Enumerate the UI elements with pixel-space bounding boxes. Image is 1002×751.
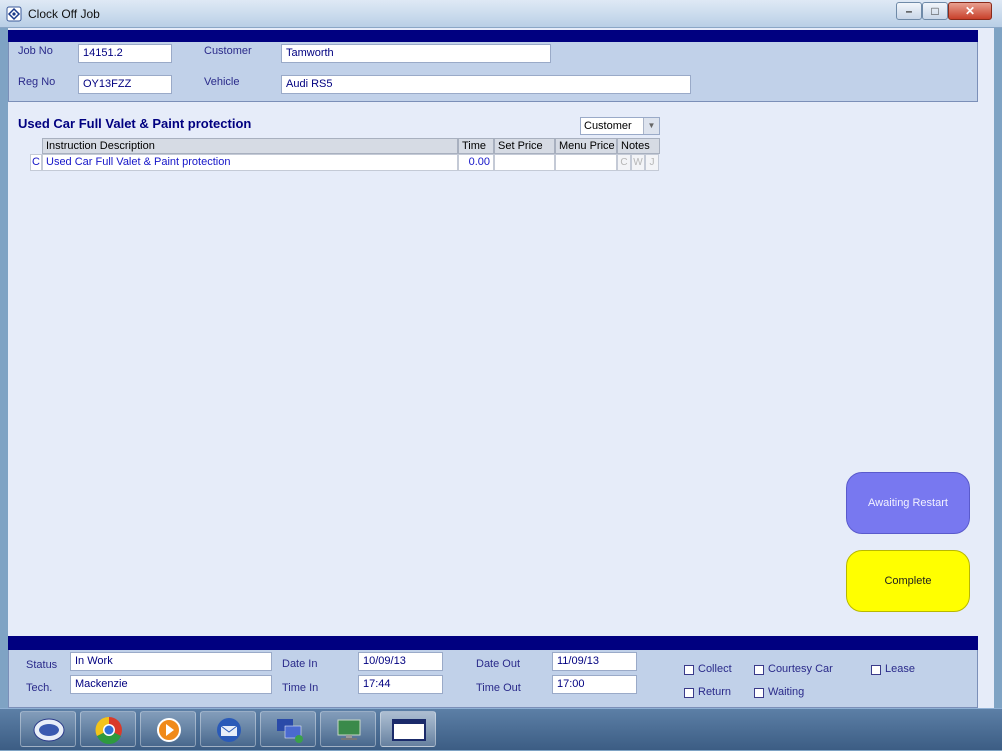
collect-label: Collect bbox=[698, 663, 732, 675]
column-header-set-price[interactable]: Set Price bbox=[494, 138, 555, 154]
lease-label: Lease bbox=[885, 663, 915, 675]
time-out-field[interactable]: 17:00 bbox=[552, 675, 637, 694]
customer-label: Customer bbox=[204, 45, 252, 57]
column-header-notes[interactable]: Notes bbox=[617, 138, 660, 154]
taskbar-media-player[interactable] bbox=[140, 711, 196, 747]
courtesy-car-label: Courtesy Car bbox=[768, 663, 833, 675]
reg-no-label: Reg No bbox=[18, 76, 56, 88]
close-icon: ✕ bbox=[964, 4, 976, 18]
description-cell[interactable]: Used Car Full Valet & Paint protection bbox=[42, 154, 458, 171]
date-out-field[interactable]: 11/09/13 bbox=[552, 652, 637, 671]
window-icon bbox=[392, 719, 426, 741]
close-button[interactable]: ✕ bbox=[948, 2, 992, 20]
job-title: Used Car Full Valet & Paint protection bbox=[18, 116, 252, 131]
status-label: Status bbox=[26, 659, 58, 671]
reg-no-field[interactable]: OY13FZZ bbox=[78, 75, 172, 94]
remote-desktop-icon bbox=[337, 719, 361, 740]
return-checkbox[interactable] bbox=[684, 688, 694, 698]
collect-checkbox[interactable] bbox=[684, 665, 694, 675]
menu-price-cell[interactable] bbox=[555, 154, 617, 171]
date-in-field[interactable]: 10/09/13 bbox=[358, 652, 443, 671]
footer-bar bbox=[8, 636, 978, 650]
time-in-field[interactable]: 17:44 bbox=[358, 675, 443, 694]
column-header-description[interactable]: Instruction Description bbox=[42, 138, 458, 154]
waiting-label: Waiting bbox=[768, 686, 805, 698]
column-header-menu-price[interactable]: Menu Price bbox=[555, 138, 617, 154]
courtesy-car-checkbox[interactable] bbox=[754, 665, 764, 675]
thunderbird-icon bbox=[217, 718, 241, 742]
window-title: Clock Off Job bbox=[28, 7, 100, 21]
date-out-label: Date Out bbox=[476, 658, 521, 670]
return-label: Return bbox=[698, 686, 732, 698]
title-bar bbox=[0, 0, 1002, 28]
chrome-icon bbox=[95, 716, 122, 744]
awaiting-restart-button[interactable]: Awaiting Restart bbox=[846, 472, 970, 534]
job-no-label: Job No bbox=[18, 45, 53, 57]
customer-select[interactable]: Customer ▼ bbox=[580, 117, 660, 135]
customer-field[interactable]: Tamworth bbox=[281, 44, 551, 63]
instructions-grid: Instruction Description Time Set Price M… bbox=[30, 138, 660, 172]
network-icon bbox=[277, 719, 303, 743]
taskbar bbox=[0, 708, 1002, 750]
minimize-button[interactable]: – bbox=[896, 2, 922, 20]
time-in-label: Time In bbox=[282, 682, 319, 694]
media-player-icon bbox=[157, 718, 181, 742]
lease-checkbox[interactable] bbox=[871, 665, 881, 675]
date-in-label: Date In bbox=[282, 658, 318, 670]
taskbar-remote-desktop[interactable] bbox=[320, 711, 376, 747]
customer-select-value: Customer bbox=[584, 120, 632, 132]
taskbar-thunderbird[interactable] bbox=[200, 711, 256, 747]
taskbar-chrome[interactable] bbox=[80, 711, 136, 747]
vehicle-label: Vehicle bbox=[204, 76, 240, 88]
complete-button[interactable]: Complete bbox=[846, 550, 970, 612]
maximize-button[interactable]: □ bbox=[922, 2, 948, 20]
time-out-label: Time Out bbox=[476, 682, 521, 694]
notes-c-cell[interactable]: C bbox=[617, 154, 631, 171]
maximize-icon: □ bbox=[931, 4, 939, 18]
chevron-down-icon[interactable]: ▼ bbox=[643, 118, 659, 134]
taskbar-network[interactable] bbox=[260, 711, 316, 747]
job-no-field[interactable]: 14151.2 bbox=[78, 44, 172, 63]
taskbar-active-window[interactable] bbox=[380, 711, 436, 747]
column-header-time[interactable]: Time bbox=[458, 138, 494, 154]
job-header-panel: Job No 14151.2 Customer Tamworth Reg No … bbox=[8, 42, 978, 102]
job-status-panel: Status In Work Tech. Mackenzie Date In 1… bbox=[8, 650, 978, 708]
tech-label: Tech. bbox=[26, 682, 53, 694]
header-bar bbox=[8, 30, 978, 42]
minimize-icon: – bbox=[905, 4, 913, 18]
app-icon bbox=[6, 6, 22, 22]
notes-w-cell[interactable]: W bbox=[631, 154, 645, 171]
cars-app-icon bbox=[33, 718, 65, 742]
time-cell[interactable]: 0.00 bbox=[458, 154, 494, 171]
set-price-cell[interactable] bbox=[494, 154, 555, 171]
tech-field[interactable]: Mackenzie bbox=[70, 675, 272, 694]
status-field[interactable]: In Work bbox=[70, 652, 272, 671]
taskbar-cars-app[interactable] bbox=[20, 711, 76, 747]
waiting-checkbox[interactable] bbox=[754, 688, 764, 698]
row-type-cell[interactable]: C bbox=[30, 154, 42, 171]
notes-j-cell[interactable]: J bbox=[645, 154, 659, 171]
vehicle-field[interactable]: Audi RS5 bbox=[281, 75, 691, 94]
